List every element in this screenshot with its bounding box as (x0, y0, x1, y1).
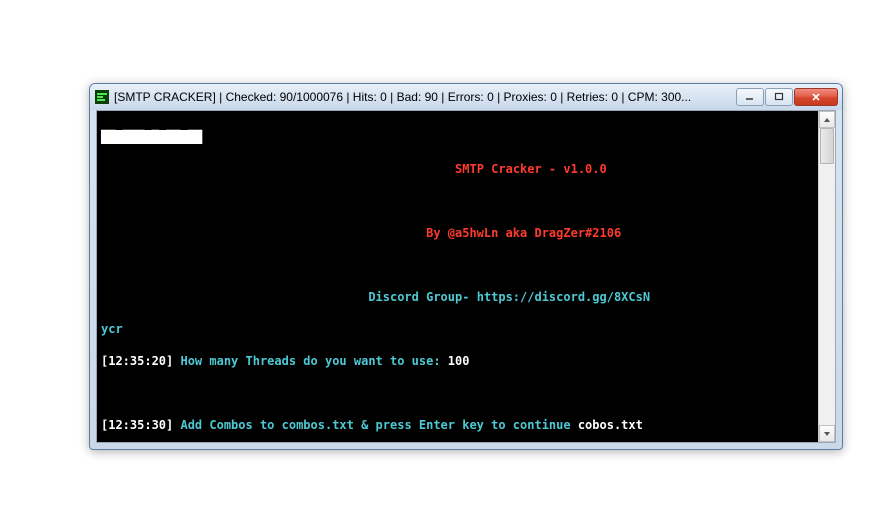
window-title: [SMTP CRACKER] | Checked: 90/1000076 | H… (114, 90, 736, 104)
prompt-combos: Add Combos to combos.txt & press Enter k… (173, 418, 578, 432)
decor-blocks: ██ ███ █ ██ ██ (101, 130, 202, 144)
maximize-button[interactable] (765, 88, 793, 106)
value-combos: cobos.txt (578, 418, 643, 432)
ts-1: [12:35:20] (101, 354, 173, 368)
minimize-button[interactable] (736, 88, 764, 106)
value-threads: 100 (448, 354, 470, 368)
author-line: By @a5hwLn aka DragZer#2106 (426, 226, 621, 240)
prompt-threads: How many Threads do you want to use: (173, 354, 448, 368)
ts-2: [12:35:30] (101, 418, 173, 432)
app-title: SMTP Cracker - v1.0.0 (455, 162, 607, 176)
scroll-down-button[interactable] (819, 425, 835, 442)
vertical-scrollbar[interactable] (818, 111, 835, 442)
app-window: [SMTP CRACKER] | Checked: 90/1000076 | H… (89, 83, 843, 450)
titlebar[interactable]: [SMTP CRACKER] | Checked: 90/1000076 | H… (90, 84, 842, 110)
scroll-up-button[interactable] (819, 111, 835, 128)
discord-label: Discord Group- (368, 290, 476, 304)
window-controls (736, 88, 838, 106)
scroll-thumb[interactable] (820, 128, 834, 164)
content-area: ██ ███ █ ██ ██ SMTP Cracker - v1.0.0 By … (96, 110, 836, 443)
discord-tail: ycr (101, 322, 123, 336)
scroll-track[interactable] (819, 128, 835, 425)
app-icon (94, 89, 110, 105)
discord-link[interactable]: https://discord.gg/8XCsN (477, 290, 650, 304)
terminal-output: ██ ███ █ ██ ██ SMTP Cracker - v1.0.0 By … (97, 111, 818, 442)
close-button[interactable] (794, 88, 838, 106)
